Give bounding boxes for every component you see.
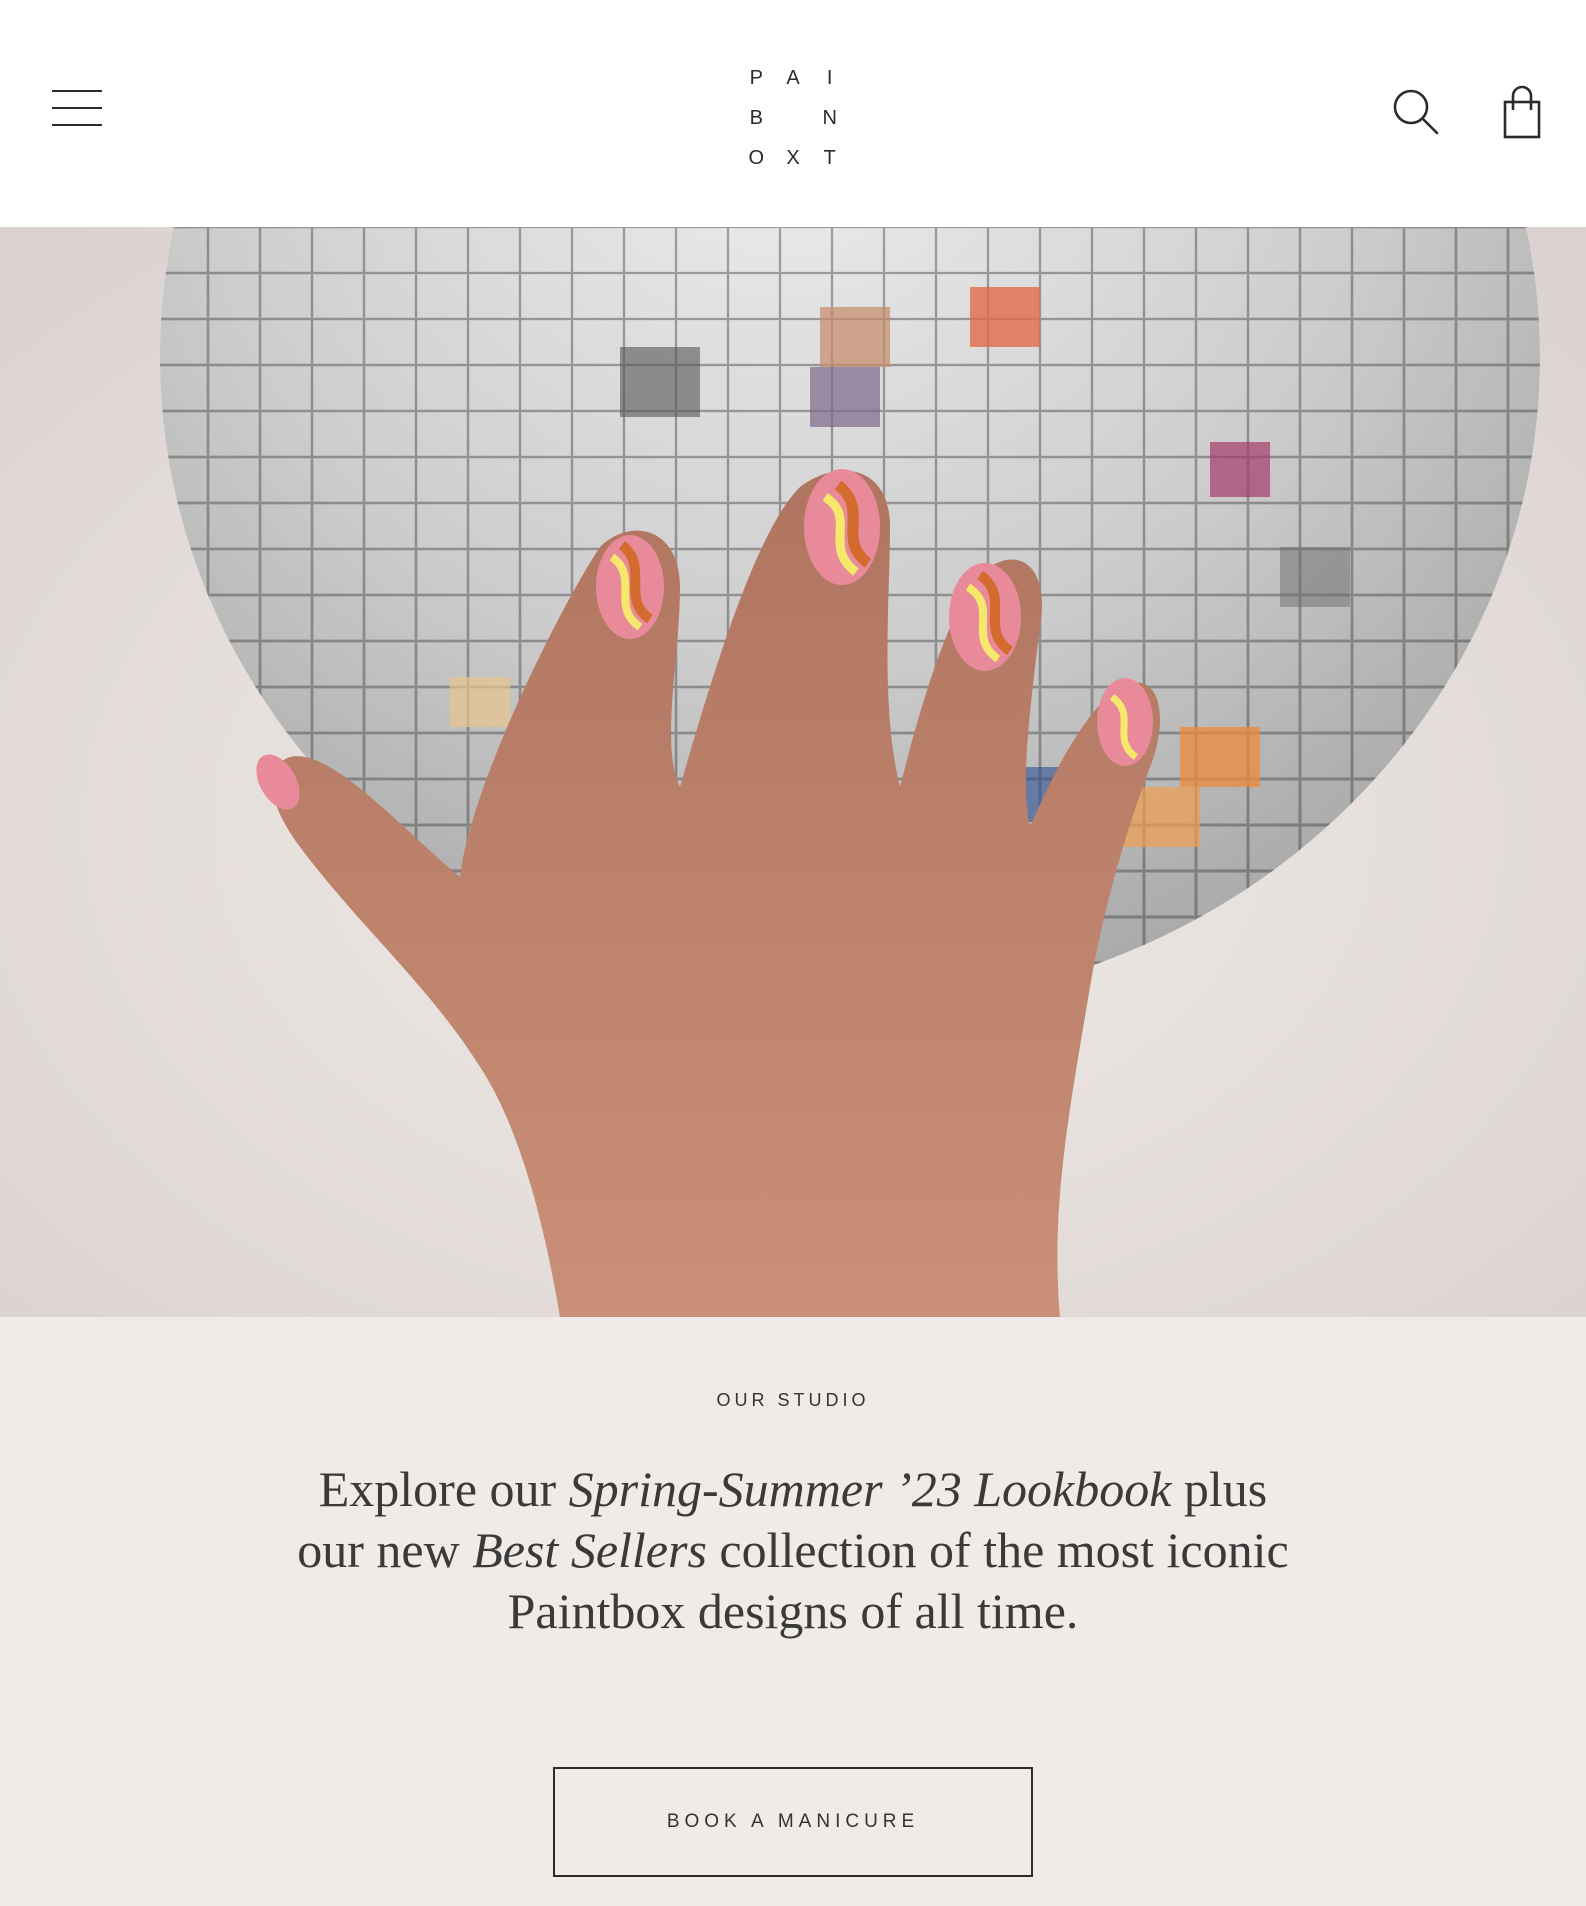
shopping-bag-icon[interactable] bbox=[1500, 84, 1544, 140]
logo-letter: O bbox=[748, 147, 765, 169]
logo-letter: T bbox=[823, 147, 836, 169]
site-header: P A I B N O X T bbox=[0, 0, 1586, 227]
disco-ball-hand-photo bbox=[0, 227, 1586, 1317]
logo-letter: B bbox=[749, 107, 763, 129]
studio-headline: Explore our Spring-Summer ’23 Lookbook p… bbox=[293, 1459, 1293, 1642]
logo-letter: N bbox=[822, 107, 837, 129]
best-sellers-link[interactable]: Best Sellers bbox=[472, 1522, 707, 1578]
logo-letter: P bbox=[749, 67, 763, 89]
paintbox-logo[interactable]: P A I B N O X T bbox=[738, 58, 848, 169]
studio-section: OUR STUDIO Explore our Spring-Summer ’23… bbox=[0, 1317, 1586, 1906]
lookbook-link[interactable]: Spring-Summer ’23 Lookbook bbox=[569, 1461, 1172, 1517]
logo-letter: X bbox=[786, 147, 800, 169]
menu-line bbox=[52, 124, 102, 126]
logo-letter: I bbox=[826, 67, 833, 89]
hamburger-menu-icon[interactable] bbox=[48, 84, 104, 132]
menu-line bbox=[52, 90, 102, 92]
section-eyebrow: OUR STUDIO bbox=[716, 1390, 870, 1410]
logo-letter: A bbox=[786, 67, 800, 89]
menu-line bbox=[52, 107, 102, 109]
search-icon[interactable] bbox=[1392, 88, 1440, 136]
logo-letter bbox=[775, 98, 812, 138]
book-a-manicure-button[interactable]: BOOK A MANICURE bbox=[553, 1767, 1033, 1877]
hero-image bbox=[0, 227, 1586, 1317]
headline-text: Explore our bbox=[318, 1461, 569, 1517]
